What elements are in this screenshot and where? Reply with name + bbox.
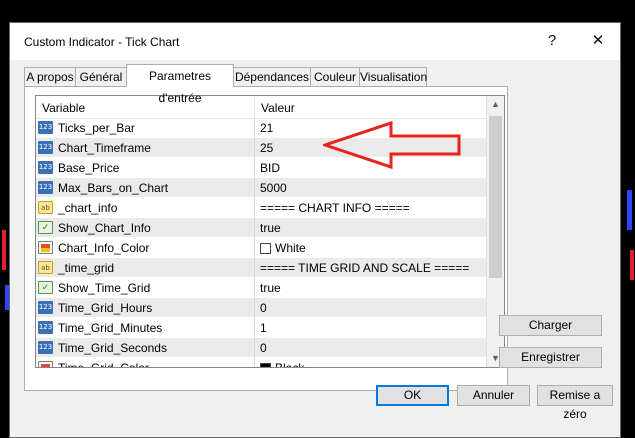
color-value-label: White	[275, 241, 306, 255]
cell-divider	[254, 218, 255, 238]
parameter-name: Chart_Timeframe	[58, 141, 151, 155]
parameter-value[interactable]: BID	[260, 161, 280, 175]
string-icon: ab	[38, 201, 53, 214]
int-icon: 123	[38, 321, 53, 334]
cancel-button[interactable]: Annuler	[457, 385, 530, 406]
cell-divider	[254, 358, 255, 367]
help-button[interactable]: ?	[534, 29, 570, 53]
title-bar: Custom Indicator - Tick Chart ? ✕	[10, 23, 620, 60]
parameter-name: Time_Grid_Seconds	[58, 341, 167, 355]
parameter-value[interactable]: 21	[260, 121, 273, 135]
cell-divider	[254, 258, 255, 278]
cell-divider	[254, 298, 255, 318]
table-row[interactable]: ab _chart_info ===== CHART INFO =====	[36, 198, 488, 218]
scrollbar-thumb[interactable]	[489, 116, 502, 278]
cell-divider	[254, 238, 255, 258]
int-icon: 123	[38, 141, 53, 154]
red-arrow-annotation-icon	[323, 120, 461, 170]
save-button[interactable]: Enregistrer	[499, 347, 602, 368]
parameter-name: Time_Grid_Minutes	[58, 321, 163, 335]
parameter-value[interactable]: 1	[260, 321, 267, 335]
table-row[interactable]: 123 Max_Bars_on_Chart 5000	[36, 178, 488, 198]
parameter-name: _chart_info	[58, 201, 118, 215]
int-icon: 123	[38, 301, 53, 314]
chart-candle	[630, 250, 634, 280]
cell-divider	[254, 158, 255, 178]
reset-button[interactable]: Remise a zéro	[537, 385, 613, 421]
parameter-name: Show_Time_Grid	[58, 281, 151, 295]
scroll-up-arrow-icon[interactable]: ▲	[487, 96, 504, 113]
cell-divider	[254, 178, 255, 198]
table-row[interactable]: 123 Time_Grid_Seconds 0	[36, 338, 488, 358]
tab-parametres-entree[interactable]: Parametres d'entrée	[126, 64, 234, 105]
parameter-value[interactable]: 25	[260, 141, 273, 155]
parameter-name: Time_Grid_Color	[58, 361, 149, 368]
parameter-value[interactable]: ===== CHART INFO =====	[260, 201, 410, 215]
custom-indicator-dialog: Custom Indicator - Tick Chart ? ✕ A prop…	[9, 22, 621, 438]
tab-general[interactable]: Général	[75, 67, 127, 86]
table-row[interactable]: ✓ Show_Time_Grid true	[36, 278, 488, 298]
parameter-name: Max_Bars_on_Chart	[58, 181, 169, 195]
tab-a-propos[interactable]: A propos	[24, 67, 76, 86]
int-icon: 123	[38, 341, 53, 354]
column-divider[interactable]	[254, 96, 255, 118]
parameter-value[interactable]: 5000	[260, 181, 287, 195]
parameter-value[interactable]: ===== TIME GRID AND SCALE =====	[260, 261, 469, 275]
table-row[interactable]: ✓ Show_Chart_Info true	[36, 218, 488, 238]
table-header: Variable Valeur	[36, 96, 488, 119]
cell-divider	[254, 118, 255, 138]
bool-icon: ✓	[38, 281, 53, 294]
table-row[interactable]: 123 Time_Grid_Minutes 1	[36, 318, 488, 338]
parameter-name: Show_Chart_Info	[58, 221, 151, 235]
tab-dependances[interactable]: Dépendances	[233, 67, 311, 86]
cell-divider	[254, 138, 255, 158]
parameter-value[interactable]: true	[260, 221, 281, 235]
close-button[interactable]: ✕	[580, 29, 616, 53]
bool-icon: ✓	[38, 221, 53, 234]
color-swatch	[260, 363, 271, 367]
parameter-value[interactable]: White	[260, 241, 306, 255]
parameter-name: Time_Grid_Hours	[58, 301, 153, 315]
table-row[interactable]: Chart_Info_Color White	[36, 238, 488, 258]
tab-visualisation[interactable]: Visualisation	[359, 67, 427, 86]
string-icon: ab	[38, 261, 53, 274]
chart-candle	[627, 190, 632, 230]
cell-divider	[254, 198, 255, 218]
color-icon	[38, 361, 53, 367]
color-icon	[38, 241, 53, 254]
parameter-name: Chart_Info_Color	[58, 241, 150, 255]
parameter-value[interactable]: 0	[260, 341, 267, 355]
int-icon: 123	[38, 161, 53, 174]
tab-couleur[interactable]: Couleur	[310, 67, 360, 86]
cell-divider	[254, 318, 255, 338]
table-row[interactable]: ab _time_grid ===== TIME GRID AND SCALE ==…	[36, 258, 488, 278]
int-icon: 123	[38, 121, 53, 134]
ok-button[interactable]: OK	[376, 385, 449, 406]
parameter-value[interactable]: true	[260, 281, 281, 295]
table-row[interactable]: Time_Grid_Color Black	[36, 358, 488, 368]
column-header-value[interactable]: Valeur	[261, 101, 295, 115]
window-title: Custom Indicator - Tick Chart	[24, 35, 180, 49]
parameter-name: Base_Price	[58, 161, 120, 175]
parameter-value[interactable]: Black	[260, 361, 305, 368]
chart-candle	[2, 230, 6, 270]
color-value-label: Black	[275, 361, 305, 368]
cell-divider	[254, 278, 255, 298]
column-header-variable[interactable]: Variable	[42, 101, 85, 115]
cell-divider	[254, 338, 255, 358]
int-icon: 123	[38, 181, 53, 194]
color-swatch	[260, 243, 271, 254]
parameter-name: _time_grid	[58, 261, 115, 275]
parameter-name: Ticks_per_Bar	[58, 121, 135, 135]
table-row[interactable]: 123 Time_Grid_Hours 0	[36, 298, 488, 318]
parameter-value[interactable]: 0	[260, 301, 267, 315]
load-button[interactable]: Charger	[499, 315, 602, 336]
